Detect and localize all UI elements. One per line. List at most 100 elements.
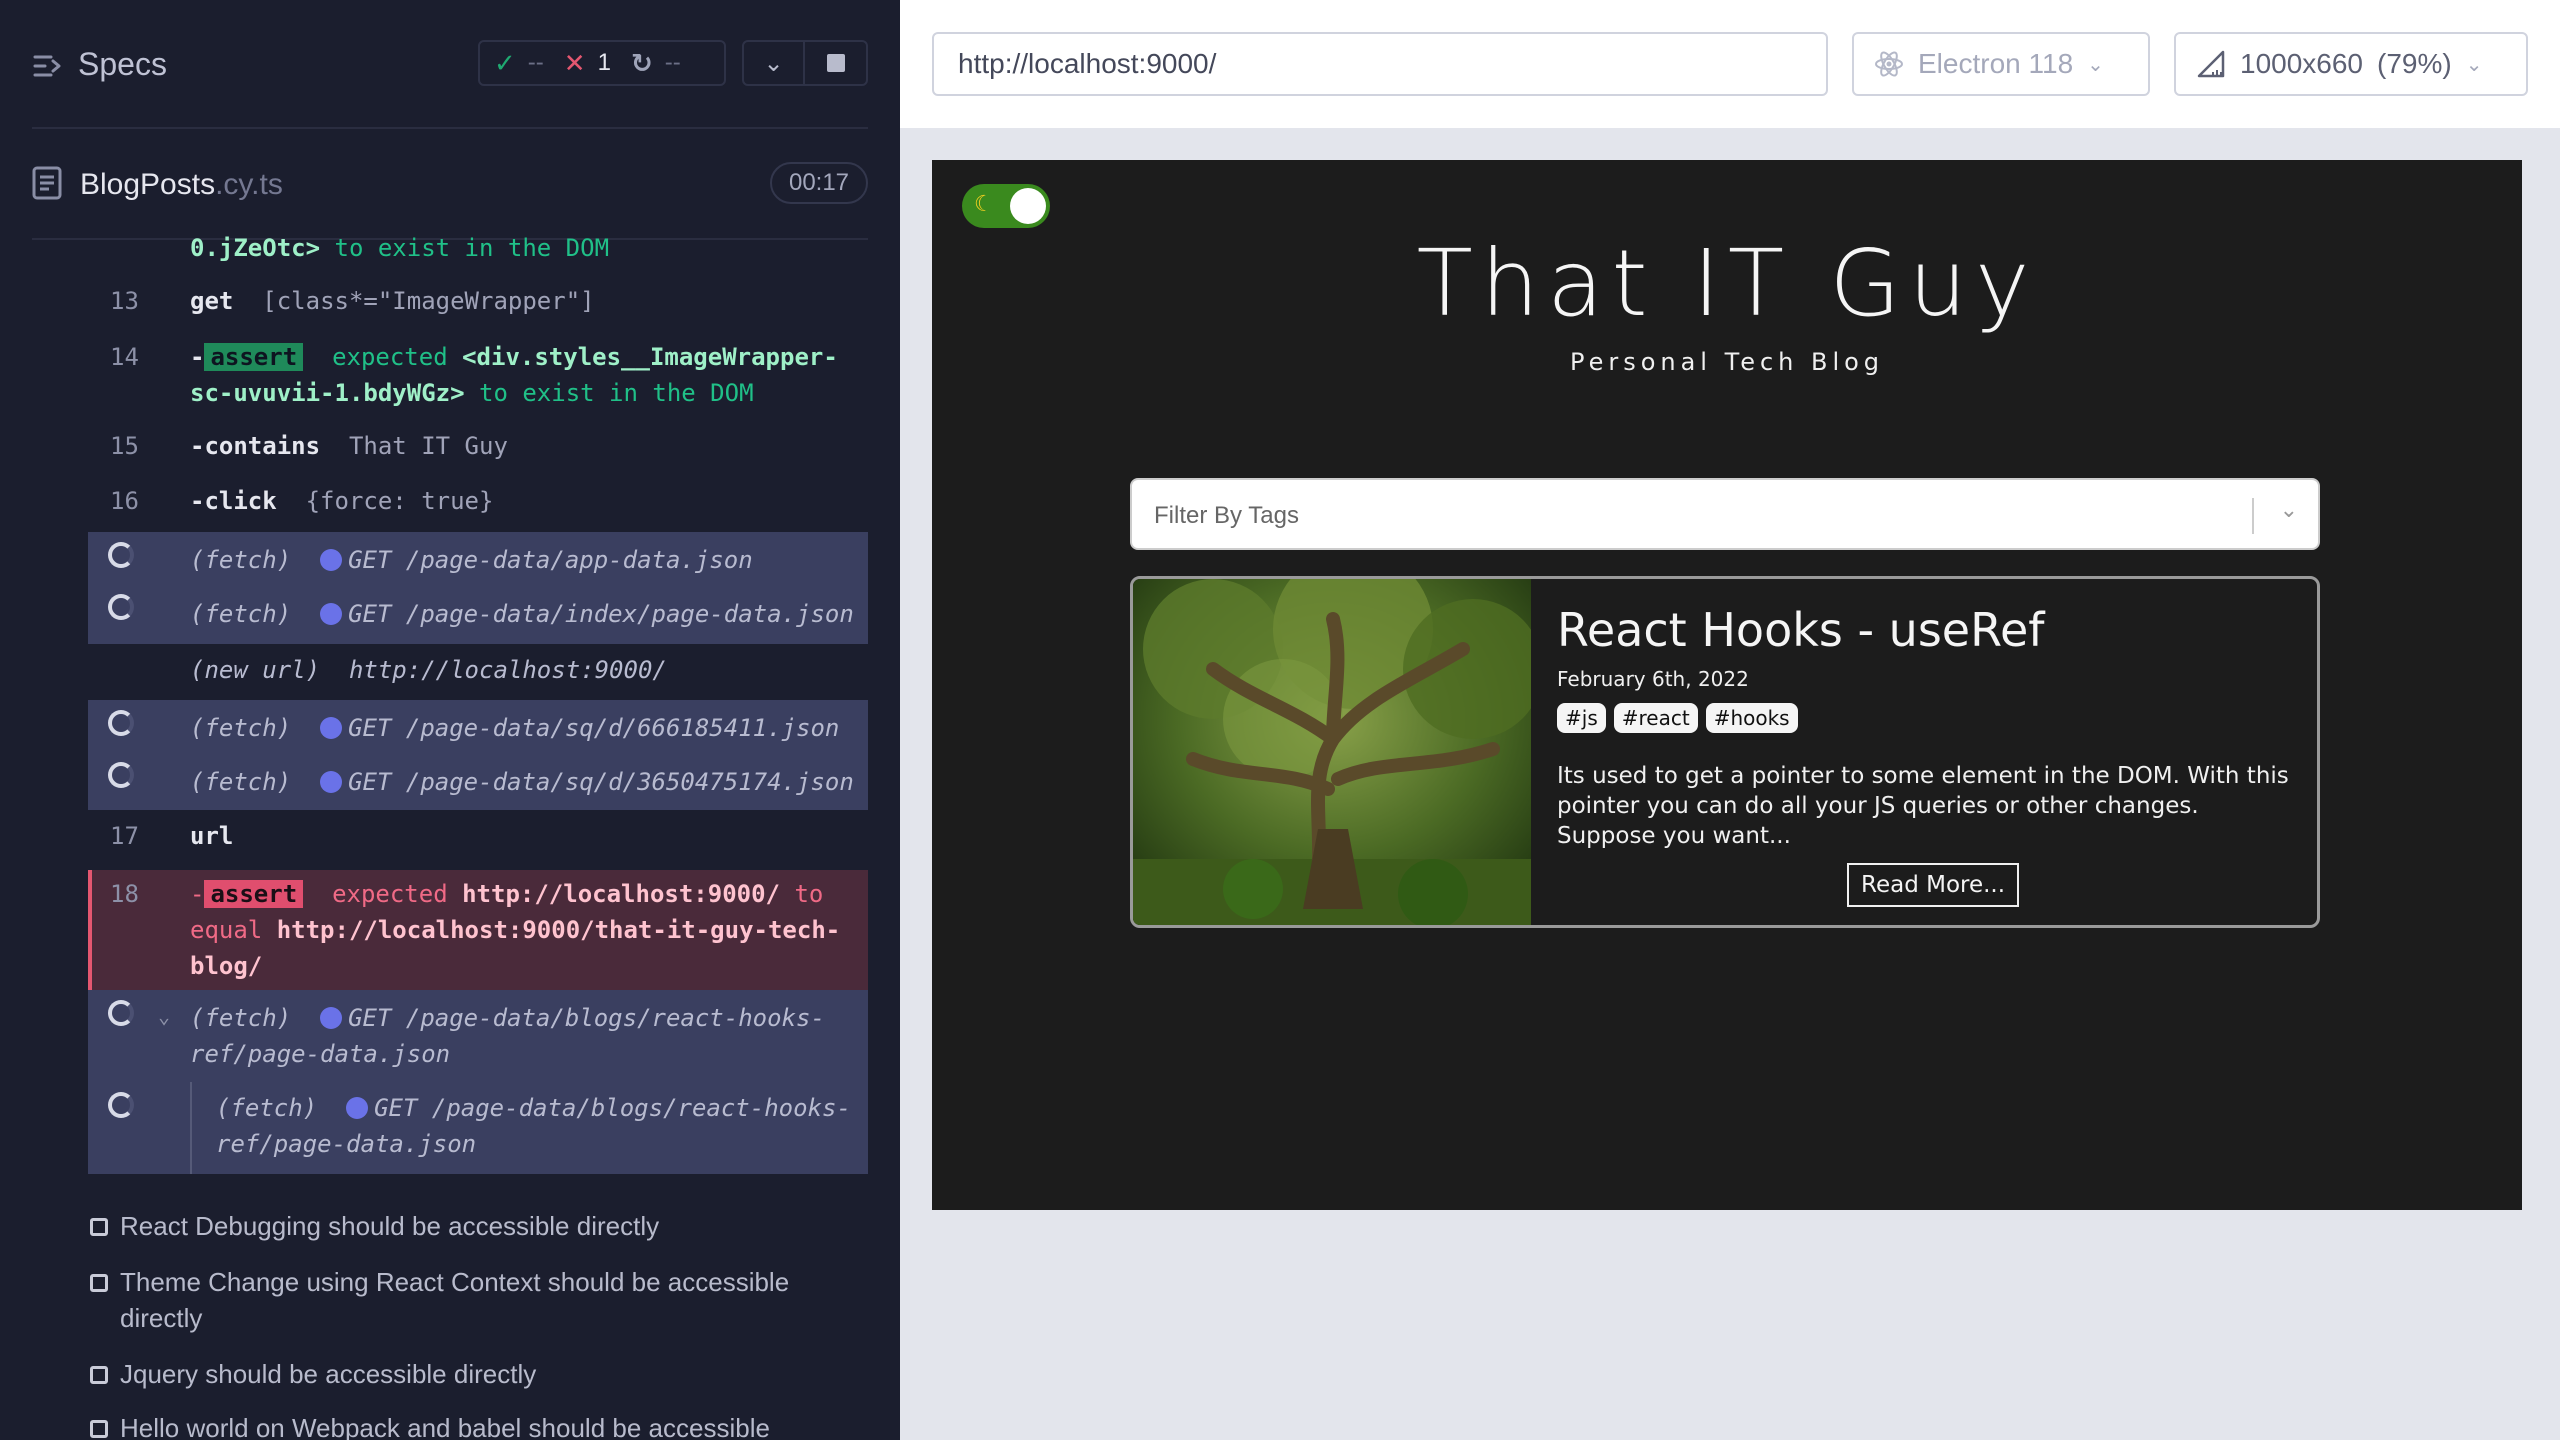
- spec-extension: .cy.ts: [215, 168, 283, 201]
- command-message: http://localhost:9000/: [462, 880, 780, 908]
- command-name: contains: [204, 432, 321, 460]
- read-more-button[interactable]: Read More...: [1847, 863, 2020, 907]
- network-dot-icon: [320, 549, 343, 571]
- failed-command-row[interactable]: 18 - assert expected http://localhost:900…: [88, 870, 868, 990]
- http-method: GET: [348, 768, 392, 796]
- command-message: to exist in the DOM: [464, 379, 754, 407]
- request-path: /page-data/blogs/react-hooks-: [431, 1094, 851, 1122]
- tag-badge[interactable]: #react: [1613, 703, 1698, 733]
- command-name: click: [204, 487, 277, 515]
- file-icon: [32, 166, 62, 200]
- test-title: Jquery should be accessible directly: [120, 1359, 537, 1389]
- reporter-header: Specs ✓ -- ✕ 1 ↻ -- ⌄: [0, 0, 900, 129]
- url-bar[interactable]: http://localhost:9000/: [932, 32, 1828, 96]
- nested-network-row[interactable]: (fetch) GET /page-data/blogs/react-hooks…: [88, 1082, 868, 1174]
- spec-name-text: BlogPosts: [80, 168, 216, 201]
- tag-filter-select[interactable]: Filter By Tags ⌄: [1130, 478, 2320, 550]
- command-prefix: -: [190, 880, 205, 908]
- pending-stat: ↻ --: [630, 47, 681, 78]
- nesting-line: [190, 1082, 192, 1174]
- assert-badge: assert: [204, 880, 304, 908]
- command-row[interactable]: (new url) http://localhost:9000/: [88, 652, 868, 688]
- viewport-selector[interactable]: 1000x660 (79%) ⌄: [2174, 32, 2528, 96]
- chevron-down-icon[interactable]: ⌄: [158, 998, 170, 1034]
- specs-label[interactable]: Specs: [78, 46, 167, 83]
- network-row[interactable]: (fetch) GET /page-data/sq/d/666185411.js…: [88, 700, 868, 756]
- loading-spinner-icon: [108, 594, 134, 620]
- command-row[interactable]: 14 - assert expected <div.styles__ImageWr…: [88, 339, 868, 413]
- http-method: GET: [348, 714, 392, 742]
- tag-badge[interactable]: #hooks: [1705, 703, 1798, 733]
- spec-file-name: BlogPosts.cy.ts: [80, 168, 283, 202]
- filter-placeholder: Filter By Tags: [1154, 502, 1299, 529]
- request-path: /page-data/index/page-data.json: [405, 600, 854, 628]
- loading-spinner-icon: [108, 1000, 134, 1026]
- network-row[interactable]: (fetch) GET /page-data/app-data.json: [88, 532, 868, 588]
- request-path: ref/page-data.json: [190, 1040, 451, 1068]
- network-row[interactable]: ⌄ (fetch) GET /page-data/blogs/react-hoo…: [88, 990, 868, 1082]
- command-message: That IT Guy: [348, 432, 508, 460]
- command-number: 16: [110, 487, 139, 515]
- request-path: /page-data/sq/d/666185411.json: [405, 714, 840, 742]
- command-row[interactable]: 16 -click {force: true}: [88, 483, 868, 519]
- viewport-zoom: (79%): [2377, 48, 2452, 79]
- spec-file-row[interactable]: BlogPosts.cy.ts 00:17: [0, 150, 900, 216]
- chevron-down-icon[interactable]: ⌄: [2280, 498, 2298, 523]
- command-message: <div.styles__ImageWrapper-: [462, 343, 838, 371]
- post-title[interactable]: React Hooks - useRef: [1557, 603, 2044, 657]
- divider: [2252, 498, 2254, 534]
- blog-title[interactable]: That IT Guy: [932, 230, 2522, 337]
- network-dot-icon: [320, 717, 343, 739]
- command-row[interactable]: 0.jZeOtc> to exist in the DOM: [88, 230, 868, 266]
- chevron-down-icon: ⌄: [2087, 53, 2104, 76]
- network-dot-icon: [320, 1007, 343, 1029]
- toggle-knob: [1010, 188, 1046, 224]
- command-row[interactable]: 13 get [class*="ImageWrapper"]: [88, 283, 868, 319]
- tag-badge[interactable]: #js: [1557, 703, 1606, 733]
- command-row[interactable]: 15 -contains That IT Guy: [88, 428, 868, 464]
- command-name: (fetch): [216, 1094, 318, 1122]
- stop-button[interactable]: [805, 42, 866, 84]
- http-method: GET: [348, 600, 392, 628]
- command-message: blog/: [190, 952, 263, 980]
- specs-list-icon[interactable]: [32, 50, 64, 82]
- test-title: Theme Change using React Context should …: [120, 1267, 790, 1333]
- refresh-circle-icon: ↻: [630, 47, 653, 78]
- command-name: (fetch): [190, 1004, 292, 1032]
- command-message: http://localhost:9000/: [348, 656, 667, 684]
- command-number: 13: [110, 287, 139, 315]
- request-path: /page-data/sq/d/3650475174.json: [405, 768, 854, 796]
- application-under-test: ☾ That IT Guy Personal Tech Blog Filter …: [932, 160, 2522, 1210]
- electron-icon: [1875, 51, 1903, 77]
- stop-icon: [826, 54, 845, 72]
- collapse-button[interactable]: ⌄: [744, 42, 806, 84]
- command-name: (fetch): [190, 546, 292, 574]
- command-message: [class*="ImageWrapper"]: [262, 287, 595, 315]
- command-message: http://localhost:9000/that-it-guy-tech-: [276, 916, 841, 944]
- command-prefix: -: [190, 487, 205, 515]
- command-row[interactable]: 17 url: [88, 818, 868, 854]
- url-text: http://localhost:9000/: [958, 48, 1217, 79]
- network-dot-icon: [320, 771, 343, 793]
- network-row[interactable]: (fetch) GET /page-data/sq/d/3650475174.j…: [88, 756, 868, 810]
- pending-test-icon: [90, 1218, 108, 1236]
- runner-controls: ⌄: [742, 40, 868, 86]
- browser-selector[interactable]: Electron 118 ⌄: [1852, 32, 2150, 96]
- spec-duration: 00:17: [770, 162, 868, 204]
- divider: [32, 127, 868, 129]
- blog-post-card[interactable]: React Hooks - useRef February 6th, 2022 …: [1130, 576, 2320, 928]
- loading-spinner-icon: [108, 542, 134, 568]
- loading-spinner-icon: [108, 762, 134, 788]
- viewport-ruler-icon: [2197, 50, 2225, 78]
- request-path: /page-data/app-data.json: [405, 546, 753, 574]
- browser-name: Electron 118: [1918, 48, 2074, 79]
- network-dot-icon: [346, 1097, 369, 1119]
- command-message: to exist in the DOM: [320, 234, 610, 262]
- failed-stat: ✕ 1: [563, 47, 611, 78]
- x-icon: ✕: [563, 47, 586, 78]
- chevron-down-icon: ⌄: [763, 49, 784, 77]
- check-icon: ✓: [494, 47, 516, 78]
- command-message: equal: [190, 916, 277, 944]
- theme-toggle[interactable]: ☾: [962, 184, 1050, 228]
- network-row[interactable]: (fetch) GET /page-data/index/page-data.j…: [88, 588, 868, 644]
